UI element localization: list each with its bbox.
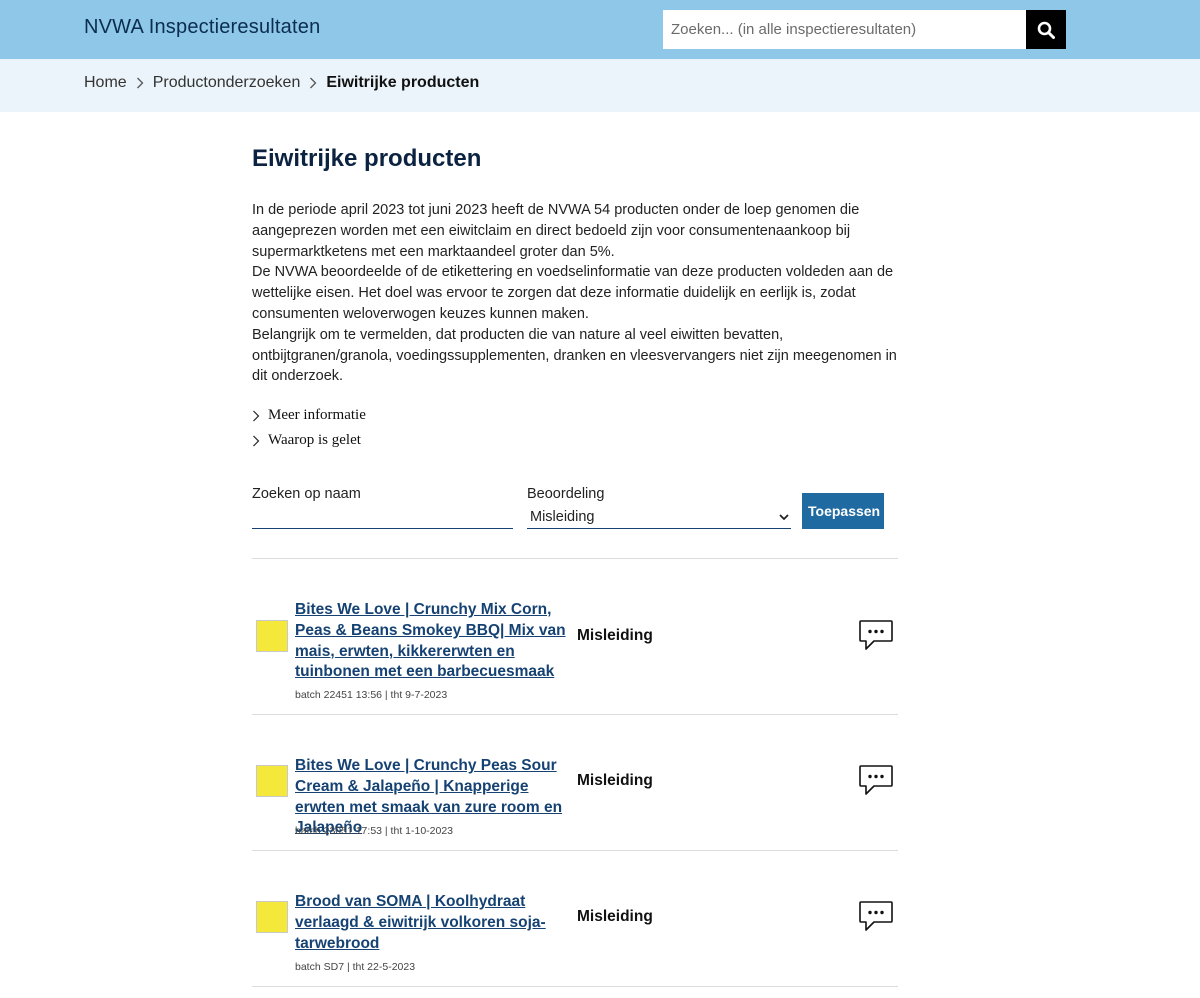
verdict-label: Misleiding xyxy=(577,908,653,925)
search-button[interactable] xyxy=(1026,10,1066,49)
search-input[interactable] xyxy=(663,10,1026,49)
rating-color-swatch xyxy=(256,901,288,933)
batch-info: batch 22451 13:56 | tht 9-7-2023 xyxy=(295,689,448,701)
search-icon xyxy=(1037,21,1055,39)
result-item: Bites We Love | Crunchy Peas Sour Cream … xyxy=(252,715,898,850)
name-filter-label: Zoeken op naam xyxy=(252,486,361,502)
product-link[interactable]: Bites We Love | Crunchy Mix Corn, Peas &… xyxy=(295,600,575,683)
rating-color-swatch xyxy=(256,620,288,652)
global-search xyxy=(663,10,1066,49)
chevron-right-icon xyxy=(252,410,260,422)
intro-text: In de periode april 2023 tot juni 2023 h… xyxy=(252,200,898,387)
breadcrumb-productonderzoeken[interactable]: Productonderzoeken xyxy=(153,74,301,92)
rating-select[interactable]: Misleiding xyxy=(527,506,791,529)
batch-info: batch 23051 17:53 | tht 1-10-2023 xyxy=(295,825,454,837)
intro-paragraph: In de periode april 2023 tot juni 2023 h… xyxy=(252,202,860,260)
attention-toggle[interactable]: Waarop is gelet xyxy=(252,432,361,449)
site-title[interactable]: NVWA Inspectieresultaten xyxy=(84,16,320,39)
rating-color-swatch xyxy=(256,765,288,797)
chevron-right-icon xyxy=(252,435,260,447)
comment-icon[interactable] xyxy=(858,900,894,934)
result-item: Bites We Love | Crunchy Mix Corn, Peas &… xyxy=(252,559,898,714)
name-search-field[interactable] xyxy=(252,508,513,529)
intro-paragraph: Belangrijk om te vermelden, dat producte… xyxy=(252,326,897,385)
rating-selected-value: Misleiding xyxy=(530,509,595,525)
intro-paragraph: De NVWA beoordeelde of de etikettering e… xyxy=(252,264,894,322)
comment-icon[interactable] xyxy=(858,619,894,653)
breadcrumb-current: Eiwitrijke producten xyxy=(326,74,480,91)
verdict-label: Misleiding xyxy=(577,772,653,789)
chevron-down-icon xyxy=(779,513,789,521)
verdict-label: Misleiding xyxy=(577,627,653,644)
product-link[interactable]: Brood van SOMA | Koolhydraat verlaagd & … xyxy=(295,892,575,954)
rating-filter-label: Beoordeling xyxy=(527,486,605,502)
attention-label: Waarop is gelet xyxy=(268,432,361,448)
chevron-right-icon xyxy=(309,77,317,89)
batch-info: batch SD7 | tht 22-5-2023 xyxy=(295,961,416,973)
breadcrumb-home[interactable]: Home xyxy=(84,74,127,92)
comment-icon[interactable] xyxy=(858,764,894,798)
breadcrumb: Home Productonderzoeken Eiwitrijke produ… xyxy=(84,74,479,92)
apply-button[interactable]: Toepassen xyxy=(802,493,884,529)
result-item: Brood van SOMA | Koolhydraat verlaagd & … xyxy=(252,851,898,986)
page-title: Eiwitrijke producten xyxy=(252,145,482,172)
more-info-toggle[interactable]: Meer informatie xyxy=(252,407,366,424)
divider xyxy=(252,986,898,987)
chevron-right-icon xyxy=(136,77,144,89)
more-info-label: Meer informatie xyxy=(268,407,366,423)
